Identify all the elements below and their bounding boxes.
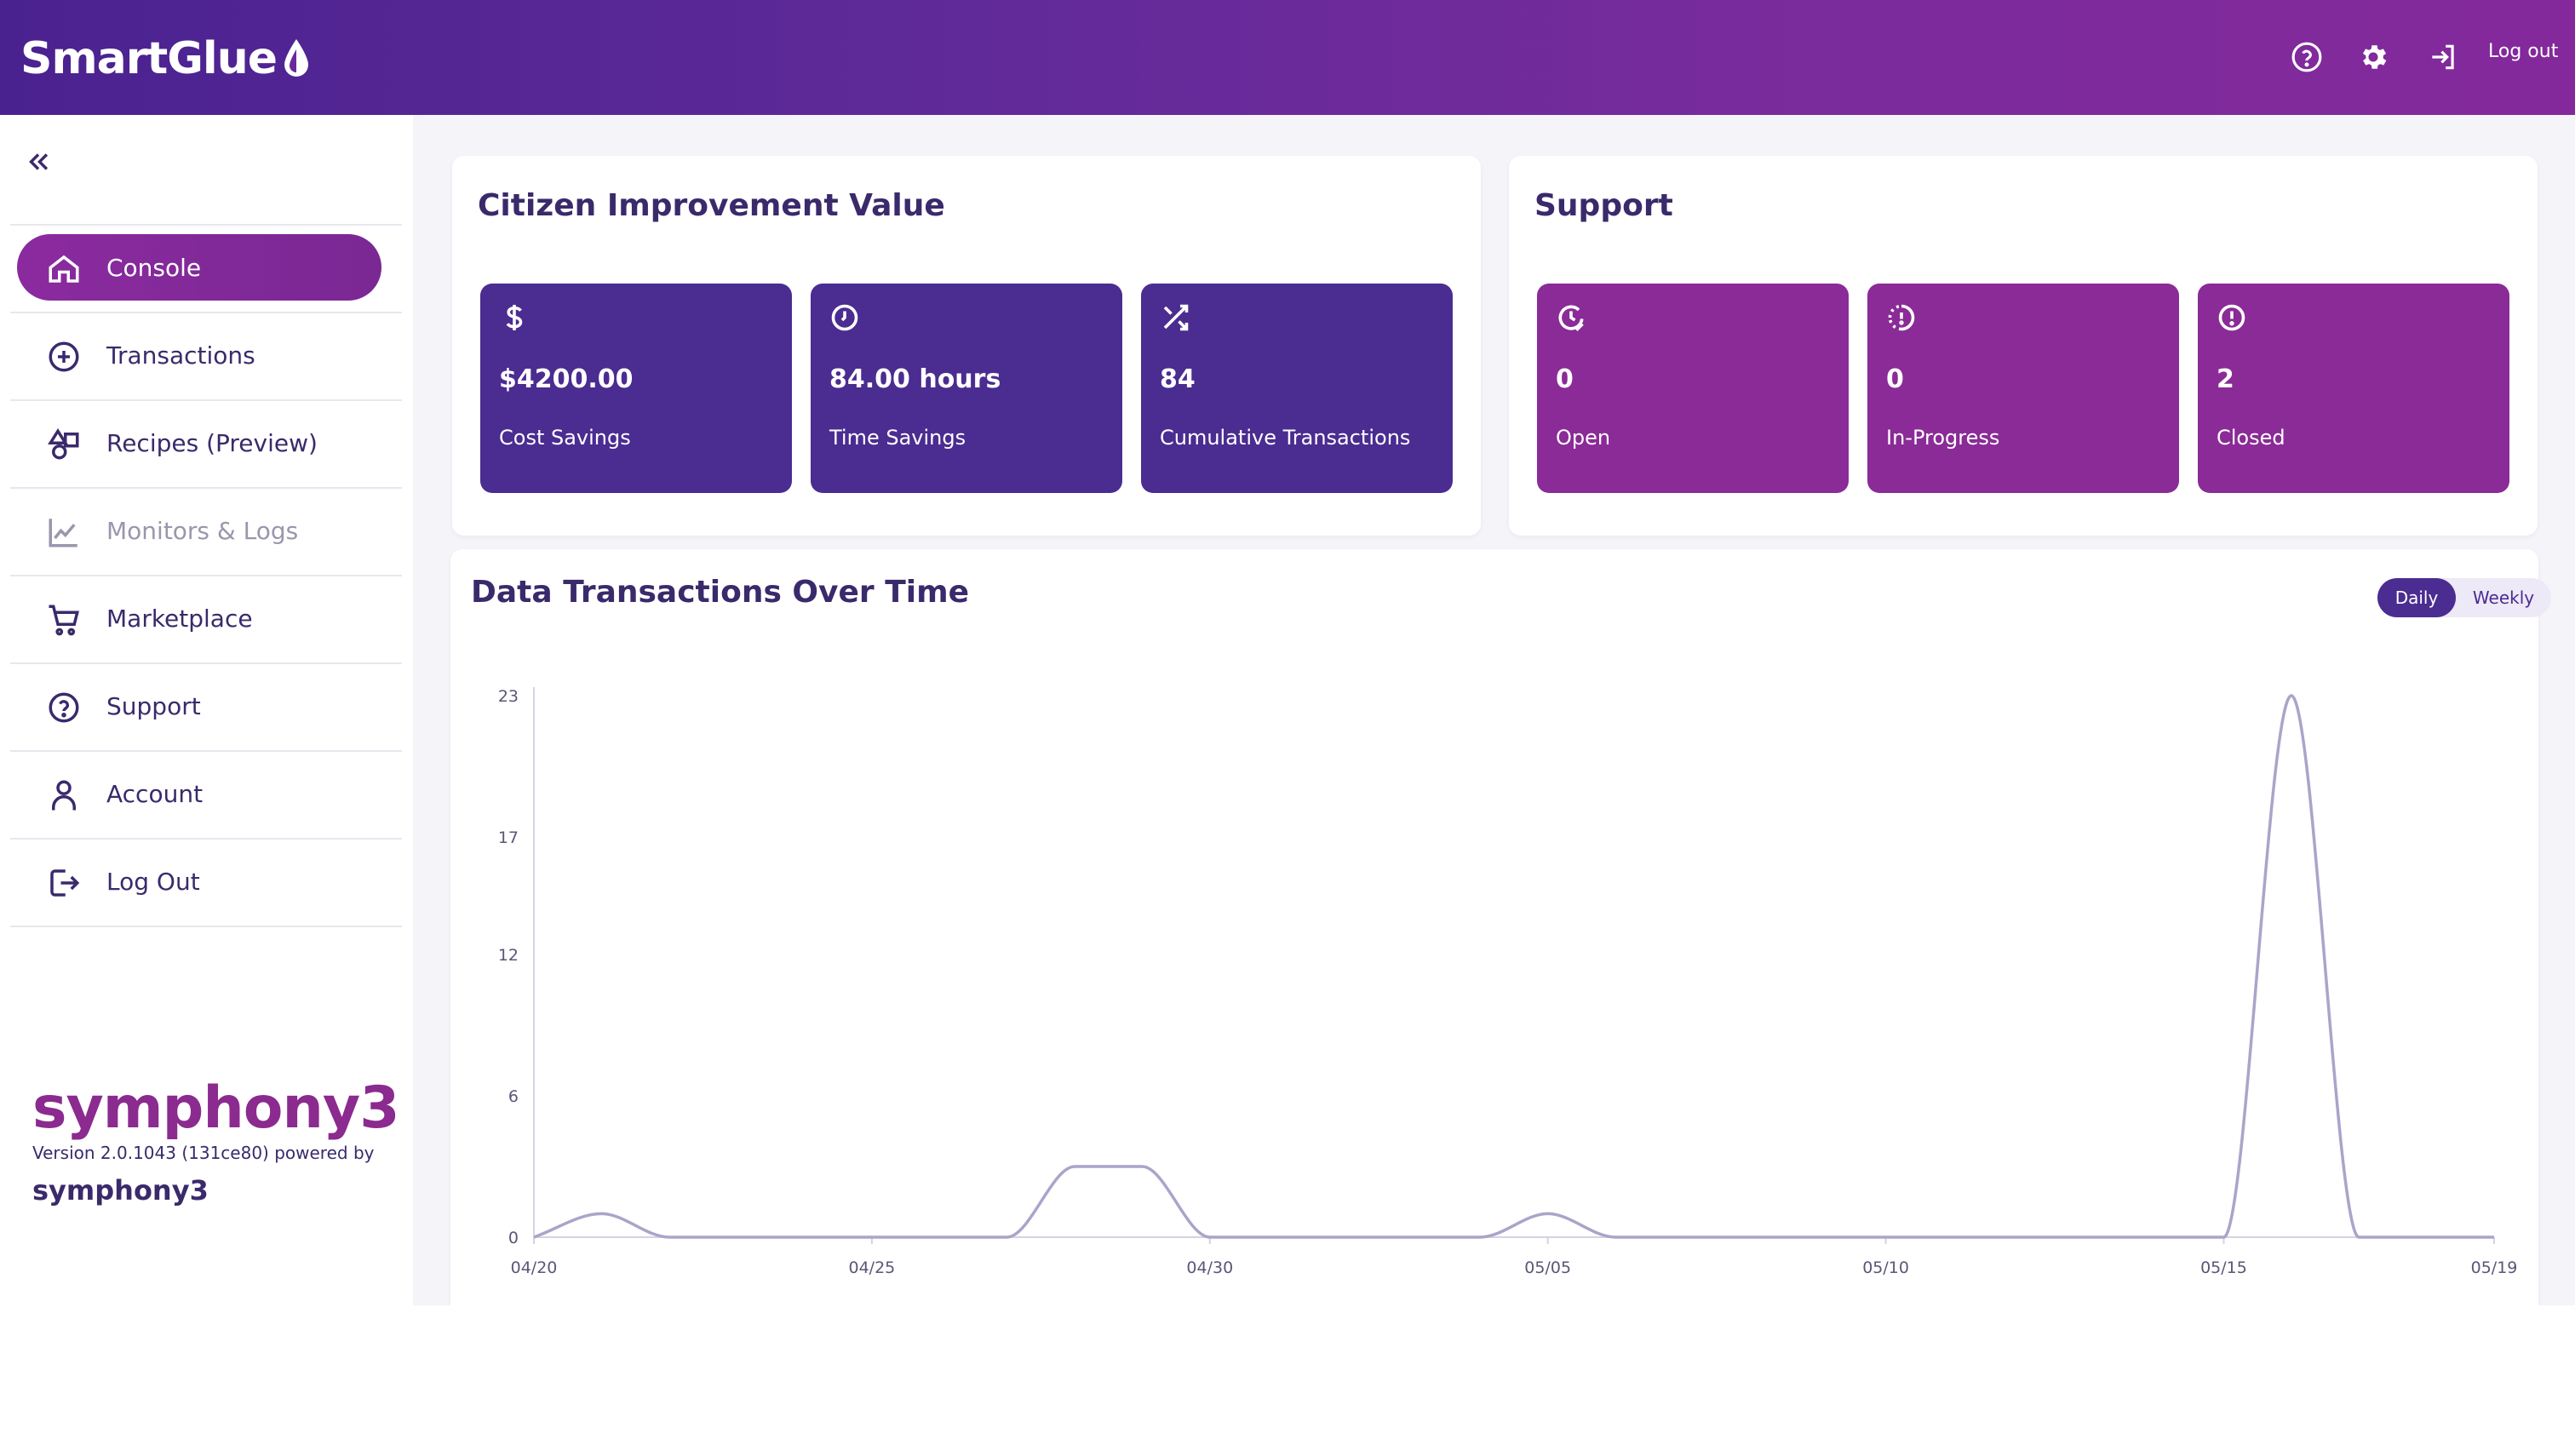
- plus-circle-icon: [49, 341, 79, 372]
- sidebar-item-label: Support: [106, 692, 201, 720]
- tile-label: Time Savings: [829, 426, 966, 450]
- shuffle-icon: [1163, 304, 1189, 331]
- tile-value: 84.00 hours: [829, 364, 1001, 394]
- brand-logo[interactable]: SmartGlue: [20, 29, 311, 89]
- transactions-line-chart: 0 6 12 17 23 04/20 04/25 04/30 05/05 05/10 05/15 05…: [498, 687, 2518, 1277]
- symphony3-logo: symphony3: [32, 1075, 400, 1142]
- citizen-value-card: Citizen Improvement Value $4200.00 Cost …: [452, 156, 1481, 536]
- help-icon: [49, 692, 79, 723]
- sidebar-nav: Console Transactions Recipes (Preview) M…: [10, 224, 402, 927]
- sidebar-item-label: Console: [106, 254, 202, 282]
- sidebar-item-logout[interactable]: Log Out: [10, 840, 402, 927]
- main-content: Citizen Improvement Value $4200.00 Cost …: [413, 115, 2575, 1305]
- alert-circle-icon: [2218, 304, 2245, 331]
- x-tick-label: 04/25: [849, 1258, 896, 1277]
- tile-value: 0: [1886, 364, 1904, 394]
- y-tick-label: 12: [498, 946, 519, 965]
- sidebar-item-label: Recipes (Preview): [106, 429, 318, 457]
- sidebar-item-label: Marketplace: [106, 605, 253, 633]
- sidebar-item-label: Monitors & Logs: [106, 517, 299, 545]
- card-title: Citizen Improvement Value: [478, 188, 945, 223]
- dollar-icon: [506, 305, 523, 330]
- in-progress-tickets-tile[interactable]: 0 In-Progress: [1867, 284, 2179, 493]
- tile-label: In-Progress: [1886, 426, 2000, 450]
- cost-savings-tile: $4200.00 Cost Savings: [480, 284, 792, 493]
- x-tick-label: 05/10: [1862, 1258, 1909, 1277]
- sidebar-item-account[interactable]: Account: [10, 752, 402, 840]
- logout-icon[interactable]: [2423, 37, 2463, 77]
- x-tick-label: 05/05: [1524, 1258, 1571, 1277]
- top-bar: SmartGlue Log out: [0, 0, 2575, 115]
- card-title: Support: [1534, 188, 1673, 223]
- clock-icon: [831, 304, 858, 331]
- user-icon: [52, 780, 76, 811]
- bottom-strip: [0, 1305, 2575, 1456]
- y-tick-label: 17: [498, 828, 519, 847]
- sidebar-item-label: Account: [106, 780, 204, 808]
- sidebar-item-support[interactable]: Support: [10, 664, 402, 752]
- sidebar-item-console[interactable]: Console: [10, 226, 402, 313]
- x-tick-label: 04/20: [511, 1258, 558, 1277]
- support-card: Support 0 Open 0 In-Progress 2 Closed: [1509, 156, 2538, 536]
- sidebar-item-recipes[interactable]: Recipes (Preview): [10, 401, 402, 489]
- tile-label: Cost Savings: [499, 426, 631, 450]
- logout-link[interactable]: Log out: [2488, 41, 2558, 62]
- sidebar-item-marketplace[interactable]: Marketplace: [10, 576, 402, 664]
- help-icon[interactable]: [2287, 37, 2326, 77]
- tile-label: Open: [1556, 426, 1611, 450]
- clock-check-icon: [1558, 305, 1584, 332]
- tile-value: 84: [1160, 364, 1196, 394]
- tile-label: Closed: [2217, 426, 2285, 450]
- settings-icon[interactable]: [2354, 37, 2393, 77]
- powered-by-logo: symphony3: [32, 1174, 209, 1207]
- tile-value: 0: [1556, 364, 1574, 394]
- cumulative-transactions-tile: 84 Cumulative Transactions: [1141, 284, 1453, 493]
- y-tick-label: 23: [498, 687, 519, 706]
- collapse-sidebar-icon[interactable]: [24, 147, 53, 176]
- x-tick-label: 04/30: [1186, 1258, 1233, 1277]
- cart-icon: [49, 605, 79, 636]
- shapes-icon: [48, 427, 79, 460]
- transactions-chart-card: Data Transactions Over Time Daily Weekly…: [450, 549, 2551, 1305]
- sidebar-item-monitors-logs: Monitors & Logs: [10, 489, 402, 576]
- drop-icon: [284, 39, 309, 77]
- chart-line-icon: [49, 519, 77, 547]
- y-tick-label: 6: [508, 1087, 519, 1106]
- x-tick-label: 05/19: [2471, 1258, 2518, 1277]
- sidebar-item-transactions[interactable]: Transactions: [10, 313, 402, 401]
- tile-label: Cumulative Transactions: [1160, 426, 1411, 450]
- progress-icon: [1888, 304, 1915, 331]
- sidebar: Console Transactions Recipes (Preview) M…: [0, 115, 413, 1305]
- time-savings-tile: 84.00 hours Time Savings: [811, 284, 1122, 493]
- x-tick-label: 05/15: [2200, 1258, 2247, 1277]
- brand-name: SmartGlue: [20, 33, 278, 84]
- logout-icon: [50, 869, 80, 897]
- sidebar-item-label: Transactions: [106, 341, 255, 370]
- sidebar-item-label: Log Out: [106, 868, 200, 896]
- open-tickets-tile[interactable]: 0 Open: [1537, 284, 1849, 493]
- version-text: Version 2.0.1043 (131ce80) powered by: [32, 1143, 375, 1163]
- y-tick-label: 0: [508, 1229, 519, 1247]
- closed-tickets-tile[interactable]: 2 Closed: [2198, 284, 2509, 493]
- tile-value: $4200.00: [499, 364, 634, 394]
- tile-value: 2: [2217, 364, 2234, 394]
- home-icon: [49, 255, 79, 283]
- series-line: [533, 694, 2494, 1239]
